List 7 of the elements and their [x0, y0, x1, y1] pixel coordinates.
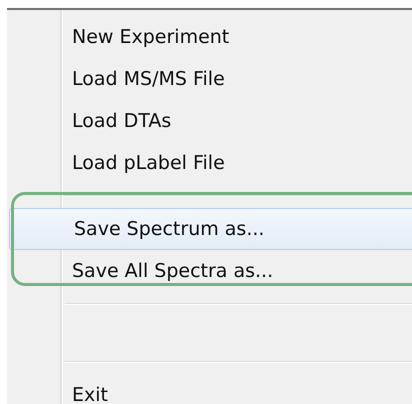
menu-item[interactable]: Save Spectrum as...: [9, 208, 412, 250]
menu-item[interactable]: Load pLabel File: [7, 142, 412, 184]
menu-item[interactable]: New Experiment: [7, 16, 412, 58]
menu-item[interactable]: Load MS/MS File: [7, 58, 412, 100]
menu-item[interactable]: Exit: [7, 374, 412, 404]
menu-item[interactable]: Load DTAs: [7, 100, 412, 142]
menu-item[interactable]: Save All Spectra as...: [7, 250, 412, 292]
